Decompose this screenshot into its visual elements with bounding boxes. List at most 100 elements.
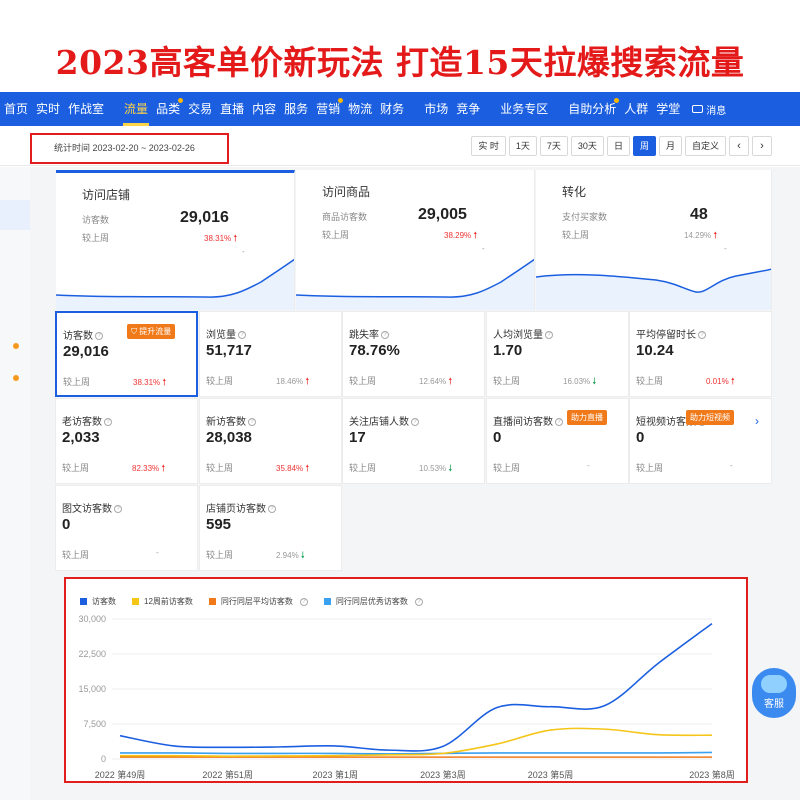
metric-value: 17 bbox=[349, 429, 366, 446]
metric-card[interactable]: 关注店铺人数? 17 较上周 10.53% 🠗 bbox=[342, 398, 485, 484]
metric-card[interactable]: 新访客数? 28,038 较上周 35.84% 🠕 bbox=[199, 398, 342, 484]
x-tick-label: 2022 第49周 bbox=[95, 769, 146, 780]
legend-item[interactable]: 12周前访客数 bbox=[132, 596, 193, 607]
next-period-button[interactable]: › bbox=[752, 136, 772, 156]
metric-value: 10.24 bbox=[636, 342, 674, 359]
metric-card[interactable]: 短视频访客数?0较上周-助力短视频 bbox=[629, 398, 772, 484]
7day-button[interactable]: 7天 bbox=[539, 136, 568, 156]
metric-card[interactable]: 浏览量? 51,717 较上周 18.46% 🠕 bbox=[199, 311, 342, 397]
line-chart-plot: 30,000 22,500 15,000 7,500 0 2022 第49周 2022 第5… bbox=[78, 614, 734, 780]
metric-label: 老访客数? bbox=[62, 413, 112, 428]
nav-item-competition[interactable]: 竞争 bbox=[452, 92, 484, 126]
message-icon bbox=[692, 105, 704, 113]
nav-item-live[interactable]: 直播 bbox=[216, 92, 248, 126]
help-icon[interactable]: ? bbox=[555, 418, 563, 427]
metric-change: - bbox=[730, 461, 733, 470]
help-icon[interactable]: ? bbox=[381, 331, 389, 340]
day-button[interactable]: 日 bbox=[606, 136, 630, 156]
metric-card[interactable]: 店铺页访客数? 595 较上周 2.94% 🠗 bbox=[199, 485, 342, 571]
boost-badge[interactable]: 助力短视频 bbox=[686, 410, 734, 425]
nav-item-self-analysis[interactable]: 自助分析 bbox=[564, 92, 620, 126]
legend-item[interactable]: 访客数 bbox=[80, 596, 116, 607]
metric-change: 38.31% 🠕 bbox=[133, 377, 167, 387]
metric-value: 51,717 bbox=[206, 342, 252, 359]
overview-card-conversion[interactable]: 转化 支付买家数 48 较上周 14.29% 🠕 - bbox=[536, 170, 772, 310]
metric-change: 12.64% 🠕 bbox=[419, 376, 453, 386]
help-icon[interactable]: ? bbox=[545, 331, 553, 340]
customer-service-button[interactable]: 客服 bbox=[752, 668, 796, 718]
nav-item-service[interactable]: 服务 bbox=[280, 92, 312, 126]
30day-button[interactable]: 30天 bbox=[570, 136, 604, 156]
metric-value: 78.76% bbox=[349, 342, 400, 359]
metric-card[interactable]: 图文访客数? 0 较上周 - bbox=[55, 485, 198, 571]
overview-card-item-visit[interactable]: 访问商品 商品访客数 29,005 较上周 38.29% 🠕 - bbox=[296, 170, 535, 310]
metric-card[interactable]: 访客数? 29,016 较上周 38.31% 🠕 ⛉ 提升流量 bbox=[55, 311, 198, 397]
overview-sub-label: 支付买家数 bbox=[562, 212, 608, 222]
nav-item-war-room[interactable]: 作战室 bbox=[64, 92, 108, 126]
up-arrow-icon: 🠕 bbox=[305, 463, 310, 473]
week-button[interactable]: 周 bbox=[632, 136, 656, 156]
metric-card[interactable]: 直播间访客数? 0 较上周 - 助力直播 bbox=[486, 398, 629, 484]
metric-value: 0 bbox=[493, 429, 502, 446]
help-icon[interactable]: ? bbox=[104, 418, 112, 427]
nav-item-realtime[interactable]: 实时 bbox=[32, 92, 64, 126]
nav-item-business-zone[interactable]: 业务专区 bbox=[496, 92, 552, 126]
metric-card[interactable]: 跳失率? 78.76% 较上周 12.64% 🠕 bbox=[342, 311, 485, 397]
overview-change: 38.31% 🠕 bbox=[204, 233, 238, 243]
sidebar-dot-icon bbox=[13, 343, 19, 349]
help-icon[interactable]: ? bbox=[238, 331, 246, 340]
series-line bbox=[119, 622, 713, 752]
nav-item-logistics[interactable]: 物流 bbox=[344, 92, 376, 126]
help-icon[interactable]: ? bbox=[114, 505, 122, 514]
message-label: 消息 bbox=[706, 105, 727, 117]
overview-card-shop-visit[interactable]: 访问店铺 访客数 29,016 较上周 38.31% 🠕 - bbox=[56, 170, 295, 310]
y-tick-label: 7,500 bbox=[83, 719, 106, 729]
nav-item-finance[interactable]: 财务 bbox=[376, 92, 408, 126]
help-icon[interactable]: ? bbox=[268, 505, 276, 514]
nav-item-market[interactable]: 市场 bbox=[420, 92, 452, 126]
custom-range-button[interactable]: 自定义 bbox=[684, 136, 726, 156]
nav-item-content[interactable]: 内容 bbox=[248, 92, 280, 126]
metric-change: 82.33% 🠕 bbox=[132, 463, 166, 473]
up-arrow-icon: 🠕 bbox=[473, 230, 478, 240]
metric-value: 0 bbox=[636, 429, 645, 446]
metric-change: 16.03% 🠗 bbox=[563, 376, 597, 386]
legend-item[interactable]: 同行同层平均访客数? bbox=[208, 596, 308, 607]
chevron-right-icon[interactable]: › bbox=[755, 414, 759, 428]
legend-item[interactable]: 同行同层优秀访客数? bbox=[323, 596, 423, 607]
prev-period-button[interactable]: ‹ bbox=[729, 136, 749, 156]
metric-card[interactable]: 老访客数? 2,033 较上周 82.33% 🠕 bbox=[55, 398, 198, 484]
boost-badge[interactable]: 助力直播 bbox=[567, 410, 607, 425]
metric-label: 人均浏览量? bbox=[493, 326, 553, 341]
nav-item-trade[interactable]: 交易 bbox=[184, 92, 216, 126]
metric-label: 图文访客数? bbox=[62, 500, 122, 515]
x-tick-label: 2022 第51周 bbox=[202, 769, 253, 780]
boost-badge[interactable]: ⛉ 提升流量 bbox=[127, 324, 176, 339]
nav-item-home[interactable]: 首页 bbox=[0, 92, 32, 126]
metric-card[interactable]: 平均停留时长? 10.24 较上周 0.01% 🠕 bbox=[629, 311, 772, 397]
message-button[interactable]: 消息 bbox=[692, 102, 726, 117]
help-icon[interactable]: ? bbox=[698, 331, 706, 340]
1day-button[interactable]: 1天 bbox=[508, 136, 537, 156]
metric-card[interactable]: 人均浏览量? 1.70 较上周 16.03% 🠗 bbox=[486, 311, 629, 397]
realtime-button[interactable]: 实 时 bbox=[471, 136, 506, 156]
nav-item-academy[interactable]: 学堂 bbox=[652, 92, 684, 126]
nav-item-crowd[interactable]: 人群 bbox=[620, 92, 652, 126]
help-icon[interactable]: ? bbox=[248, 418, 256, 427]
metric-compare-label: 较上周 bbox=[206, 463, 234, 473]
nav-item-category[interactable]: 品类 bbox=[152, 92, 184, 126]
metric-change: 2.94% 🠗 bbox=[276, 550, 305, 560]
chart-legend: 访客数 12周前访客数 同行同层平均访客数? 同行同层优秀访客数? bbox=[80, 596, 423, 607]
month-button[interactable]: 月 bbox=[658, 136, 682, 156]
metric-compare-label: 较上周 bbox=[493, 376, 521, 386]
overview-title: 转化 bbox=[562, 185, 587, 199]
metric-compare-label: 较上周 bbox=[349, 463, 377, 473]
down-arrow-icon: 🠗 bbox=[592, 376, 597, 386]
metric-label: 平均停留时长? bbox=[636, 326, 706, 341]
metric-compare-label: 较上周 bbox=[493, 463, 521, 473]
nav-item-marketing[interactable]: 营销 bbox=[312, 92, 344, 126]
sidebar-selected-item[interactable] bbox=[0, 200, 30, 230]
nav-item-traffic[interactable]: 流量 bbox=[120, 92, 152, 126]
help-icon[interactable]: ? bbox=[411, 418, 419, 427]
help-icon[interactable]: ? bbox=[95, 332, 103, 341]
